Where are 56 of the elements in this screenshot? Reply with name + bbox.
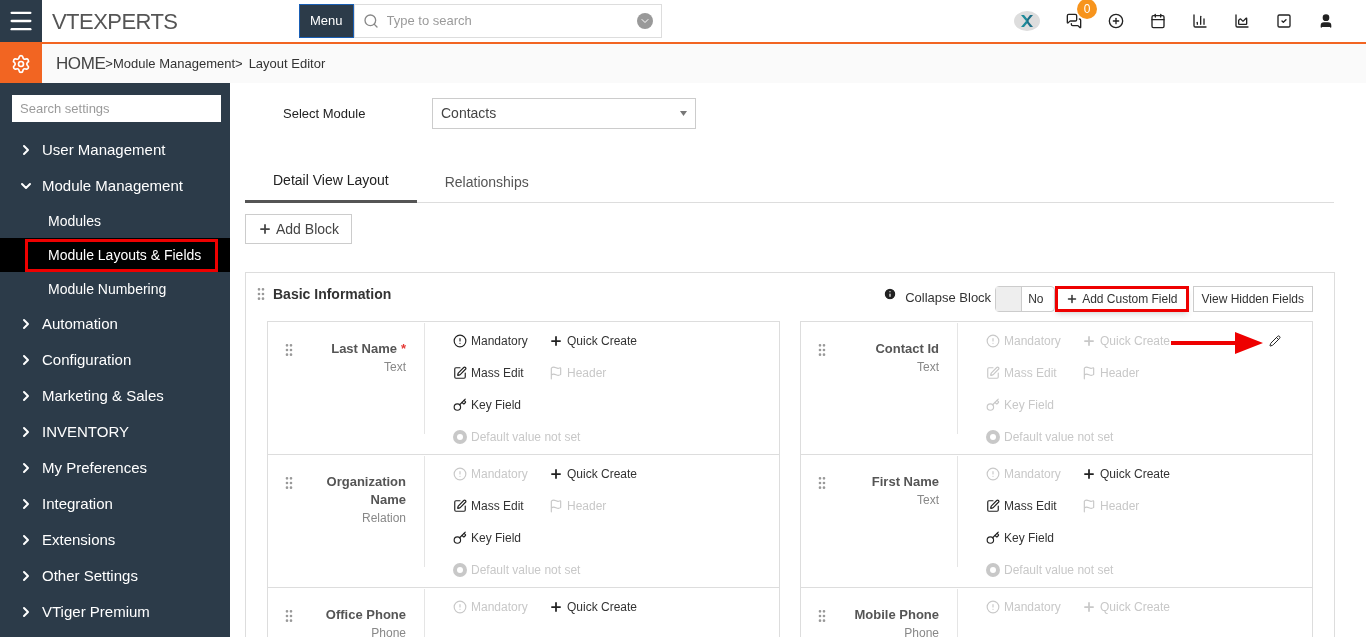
- tab[interactable]: Relationships: [416, 161, 557, 203]
- option-label[interactable]: Mandatory: [471, 331, 528, 350]
- field-name: Last Name *: [330, 340, 406, 358]
- collapse-label: Collapse Block: [905, 288, 992, 307]
- module-select[interactable]: Contacts: [432, 98, 696, 129]
- option-label[interactable]: Key Field: [471, 528, 522, 547]
- field-type: Text: [916, 359, 939, 376]
- option-label[interactable]: Key Field: [1004, 528, 1055, 547]
- option-label[interactable]: Quick Create: [1100, 464, 1171, 483]
- field-type: Phone: [903, 625, 939, 637]
- sidebar-item[interactable]: Extensions: [0, 522, 230, 558]
- field-type: Text: [916, 492, 939, 509]
- sidebar-item[interactable]: My Preferences: [0, 450, 230, 486]
- field-name: Contact Id: [874, 340, 939, 358]
- option-label[interactable]: Quick Create: [567, 597, 638, 616]
- sidebar-item[interactable]: Automation: [0, 306, 230, 342]
- menu-button[interactable]: Menu: [299, 4, 354, 38]
- field-name: Organization Name: [325, 473, 406, 509]
- add-block-button[interactable]: Add Block: [245, 214, 353, 244]
- breadcrumb-item[interactable]: >Module Management: [105, 53, 236, 74]
- field-type: Text: [383, 359, 406, 376]
- tab[interactable]: Detail View Layout: [245, 161, 417, 203]
- sidebar-item[interactable]: VTiger Premium: [0, 594, 230, 630]
- breadcrumb-item[interactable]: Layout Editor: [248, 53, 326, 74]
- notification-badge: 0: [1077, 0, 1097, 19]
- field-name: Office Phone: [324, 606, 406, 624]
- field-type: Phone: [370, 625, 406, 637]
- option-label[interactable]: Quick Create: [567, 331, 638, 350]
- sidebar-item[interactable]: Marketing & Sales: [0, 378, 230, 414]
- select-module-label: Select Module: [283, 104, 367, 123]
- collapse-toggle[interactable]: No: [995, 285, 1056, 312]
- option-label[interactable]: Quick Create: [567, 464, 638, 483]
- option-label[interactable]: Key Field: [471, 395, 522, 414]
- sidebar-item[interactable]: Integration: [0, 486, 230, 522]
- option-label[interactable]: Mass Edit: [1004, 496, 1057, 515]
- search-settings-field[interactable]: Search settings: [12, 95, 221, 122]
- option-label[interactable]: Mass Edit: [471, 496, 524, 515]
- search-field[interactable]: Type to search: [353, 4, 662, 38]
- breadcrumb-home[interactable]: HOME: [56, 50, 106, 77]
- sidebar-item[interactable]: Configuration: [0, 342, 230, 378]
- field-name: First Name: [870, 473, 939, 491]
- breadcrumb-item[interactable]: >: [235, 53, 243, 74]
- block-title: Basic Information: [273, 284, 392, 304]
- search-input[interactable]: Type to search: [386, 11, 629, 31]
- sidebar-item[interactable]: User Management: [0, 132, 230, 168]
- sidebar-item[interactable]: Other Settings: [0, 558, 230, 594]
- field-name: Mobile Phone: [853, 606, 939, 624]
- sidebar-item[interactable]: INVENTORY: [0, 414, 230, 450]
- sidebar-subitem[interactable]: Modules: [28, 207, 121, 235]
- sidebar-subitem[interactable]: Module Numbering: [28, 275, 187, 303]
- option-label[interactable]: Mass Edit: [471, 363, 524, 382]
- sidebar-item[interactable]: Module Management: [0, 168, 230, 204]
- field-type: Relation: [360, 510, 406, 527]
- logo: VTEXPERTS: [52, 7, 179, 36]
- add-custom-field-button[interactable]: Add Custom Field: [1055, 285, 1189, 312]
- view-hidden-fields-button[interactable]: View Hidden Fields: [1192, 285, 1313, 312]
